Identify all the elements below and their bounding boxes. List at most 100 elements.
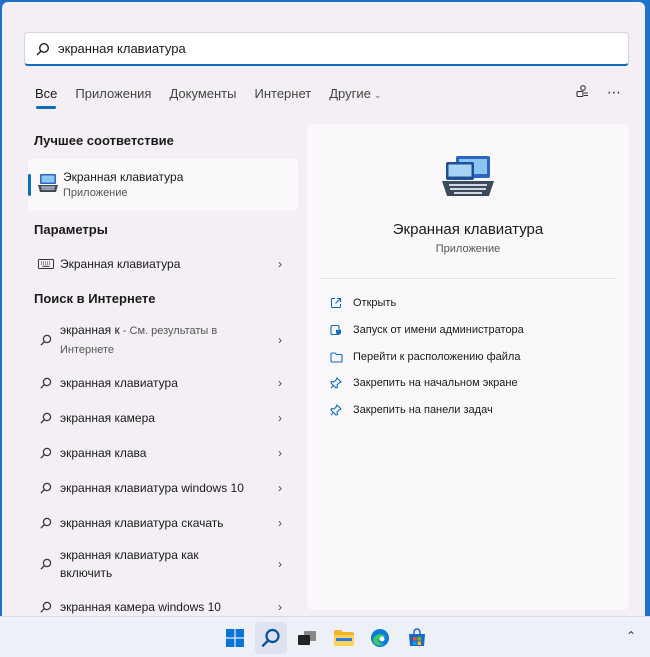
web-result[interactable]: экранная клава › — [28, 442, 298, 464]
tab-all[interactable]: Все — [35, 86, 57, 109]
selection-indicator — [28, 174, 31, 196]
tab-label: Интернет — [254, 86, 312, 101]
edge-browser-button[interactable] — [364, 622, 396, 654]
search-icon — [40, 334, 52, 346]
search-icon — [261, 628, 280, 647]
action-pin-to-taskbar[interactable]: Закрепить на панели задач — [329, 403, 493, 417]
web-result-label: экранная к - См. результаты в Интернете — [60, 321, 278, 359]
search-icon — [40, 601, 52, 613]
action-label: Закрепить на начальном экране — [353, 377, 518, 389]
best-match-heading: Лучшее соответствие — [34, 133, 174, 148]
chevron-right-icon: › — [278, 411, 282, 425]
search-icon — [40, 447, 52, 459]
action-label: Закрепить на панели задач — [353, 404, 493, 416]
detail-pane: Экранная клавиатура Приложение Открыть З… — [307, 124, 629, 610]
edge-icon — [371, 629, 389, 647]
filter-tabs: Все Приложения Документы Интернет Другие… — [35, 86, 399, 109]
tab-more[interactable]: Другие ⌄ — [329, 86, 381, 109]
web-result-label: экранная камера windows 10 — [60, 600, 221, 614]
search-icon — [40, 412, 52, 424]
chevron-right-icon: › — [278, 481, 282, 495]
start-search-panel: Все Приложения Документы Интернет Другие… — [2, 2, 645, 616]
web-result-label: экранная клава — [60, 446, 147, 460]
keyboard-app-large-icon — [442, 156, 494, 196]
best-match-title: Экранная клавиатура — [63, 170, 184, 184]
web-result-hint: Интернете — [60, 344, 114, 356]
web-result-label: экранная камера — [60, 411, 155, 425]
chevron-right-icon: › — [278, 446, 282, 460]
settings-item-keyboard[interactable]: Экранная клавиатура › — [28, 253, 298, 275]
tab-web[interactable]: Интернет — [254, 86, 311, 109]
store-icon — [409, 628, 425, 646]
tab-documents[interactable]: Документы — [169, 86, 236, 109]
share-icon[interactable] — [575, 84, 589, 101]
taskbar-search-button[interactable] — [255, 622, 287, 654]
chevron-right-icon: › — [278, 557, 282, 571]
chevron-right-icon: › — [278, 333, 282, 347]
tab-label: Приложения — [75, 86, 152, 101]
settings-item-label: Экранная клавиатура — [60, 257, 181, 271]
action-open-file-location[interactable]: Перейти к расположению файла — [329, 350, 520, 364]
search-icon — [40, 517, 52, 529]
best-match-subtitle: Приложение — [63, 187, 128, 199]
detail-subtitle: Приложение — [435, 243, 501, 255]
pin-icon — [329, 403, 343, 417]
search-icon — [40, 482, 52, 494]
web-result[interactable]: экранная клавиатура windows 10 › — [28, 477, 298, 499]
web-result-label: экранная клавиатура скачать — [60, 516, 224, 530]
chevron-down-icon: ⌄ — [373, 90, 382, 100]
chevron-right-icon: › — [278, 257, 282, 271]
web-result-label: экранная клавиатура — [60, 376, 178, 390]
search-icon — [36, 42, 50, 55]
task-view-icon — [298, 631, 316, 645]
action-open[interactable]: Открыть — [329, 296, 396, 310]
web-result[interactable]: экранная клавиатура › — [28, 372, 298, 394]
microsoft-store-button[interactable] — [401, 622, 433, 654]
more-options-icon[interactable]: ⋯ — [607, 84, 621, 101]
tab-label: Документы — [169, 86, 237, 101]
action-label: Запуск от имени администратора — [353, 324, 524, 336]
search-box[interactable] — [24, 32, 629, 66]
action-label: Перейти к расположению файла — [353, 351, 521, 363]
chevron-right-icon: › — [278, 516, 282, 530]
detail-title: Экранная клавиатура — [392, 221, 544, 238]
action-pin-to-start[interactable]: Закрепить на начальном экране — [329, 376, 518, 390]
search-input[interactable] — [58, 41, 598, 56]
chevron-up-icon[interactable]: ⌃ — [626, 629, 636, 643]
best-match-item[interactable]: Экранная клавиатура Приложение — [28, 159, 298, 211]
open-icon — [329, 296, 343, 310]
tab-apps[interactable]: Приложения — [75, 86, 151, 109]
taskbar: ⌃ — [0, 616, 650, 657]
start-button[interactable] — [219, 622, 251, 654]
shield-icon — [329, 323, 343, 337]
search-icon — [40, 558, 52, 570]
keyboard-icon — [38, 259, 54, 269]
file-explorer-button[interactable] — [328, 622, 360, 654]
folder-icon — [329, 350, 343, 364]
web-result[interactable]: экранная клавиатура скачать › — [28, 512, 298, 534]
web-result[interactable]: экранная клавиатура как включить › — [28, 546, 298, 582]
search-icon — [40, 377, 52, 389]
keyboard-app-icon — [38, 174, 58, 192]
tab-label: Другие — [329, 86, 371, 101]
top-right-actions: ⋯ — [575, 84, 621, 101]
task-view-button[interactable] — [291, 622, 323, 654]
web-result[interactable]: экранная камера windows 10 › — [28, 596, 298, 616]
web-result[interactable]: экранная к - См. результаты в Интернете › — [28, 322, 298, 358]
chevron-right-icon: › — [278, 600, 282, 614]
tab-label: Все — [35, 86, 58, 101]
web-result-label: экранная клавиатура как включить — [60, 546, 278, 582]
windows-logo-icon — [226, 629, 244, 647]
folder-icon — [334, 630, 354, 646]
web-result-query: экранная клавиатура как — [60, 548, 199, 562]
web-result-label: экранная клавиатура windows 10 — [60, 481, 244, 495]
web-result-query: экранная к — [60, 323, 120, 337]
web-result-query: включить — [60, 566, 113, 580]
web-result[interactable]: экранная камера › — [28, 407, 298, 429]
settings-heading: Параметры — [34, 222, 108, 237]
action-run-as-admin[interactable]: Запуск от имени администратора — [329, 323, 524, 337]
divider — [320, 278, 616, 279]
chevron-right-icon: › — [278, 376, 282, 390]
web-search-heading: Поиск в Интернете — [34, 291, 156, 306]
web-result-hint: - См. результаты в — [119, 325, 218, 337]
